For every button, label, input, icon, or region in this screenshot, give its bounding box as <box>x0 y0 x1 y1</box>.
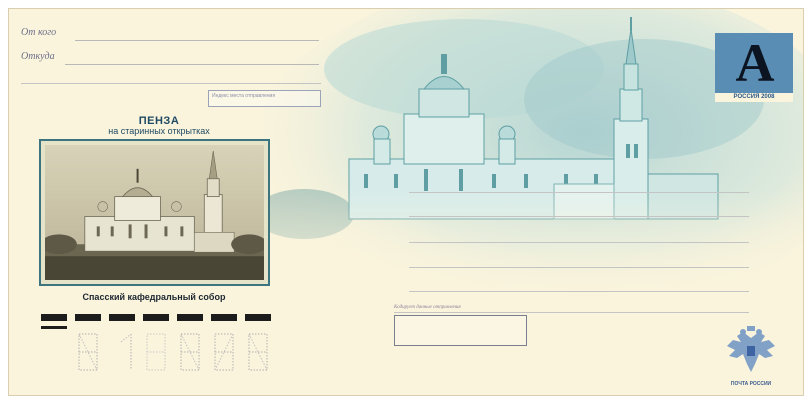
index-marker-bar <box>245 314 271 321</box>
sender-address-line[interactable] <box>21 83 321 84</box>
postage-stamp: A РОССИЯ 2008 <box>715 33 793 102</box>
index-digit-cell[interactable] <box>179 332 201 372</box>
postal-index-code[interactable] <box>37 314 277 374</box>
index-digit-cell[interactable] <box>111 332 133 372</box>
sender-from-row: От кого <box>21 27 321 41</box>
sender-where-label: Откуда <box>21 51 55 62</box>
sender-from-line[interactable] <box>75 40 319 41</box>
russian-post-label: ПОЧТА РОССИИ <box>730 381 772 387</box>
index-marker-bar <box>75 314 101 321</box>
postal-envelope: От кого Откуда Индекс места отправления … <box>8 8 804 396</box>
double-headed-eagle-icon <box>727 326 775 372</box>
index-marker-bar <box>143 314 169 321</box>
old-postcard-photo <box>45 145 264 280</box>
barcode-label: Кодирует данные отправления <box>394 305 461 310</box>
index-digit-cell[interactable] <box>145 332 167 372</box>
index-marker-bar <box>177 314 203 321</box>
recipient-line-1[interactable] <box>409 192 749 193</box>
index-marker-bar <box>211 314 237 321</box>
sender-where-line[interactable] <box>65 64 319 65</box>
postcard-subtitle: на старинных открытках <box>108 126 210 136</box>
index-digit-cell[interactable] <box>77 332 99 372</box>
photo-caption: Спасский кафедральный собор <box>82 292 226 302</box>
stamp-country-label: РОССИЯ 2008 <box>715 93 793 102</box>
recipient-line-2[interactable] <box>409 216 749 217</box>
sender-index-box[interactable]: Индекс места отправления <box>208 90 321 107</box>
photo-frame <box>39 139 270 286</box>
recipient-line-5[interactable] <box>409 291 749 292</box>
index-digit-cell[interactable] <box>213 332 235 372</box>
recipient-line-3[interactable] <box>409 242 749 243</box>
recipient-line-6[interactable] <box>394 312 749 313</box>
sender-where-row: Откуда <box>21 51 321 65</box>
index-digit-cell[interactable] <box>247 332 269 372</box>
sender-from-label: От кого <box>21 27 57 38</box>
barcode-box[interactable] <box>394 315 527 346</box>
index-marker-bar <box>109 314 135 321</box>
recipient-line-4[interactable] <box>409 267 749 268</box>
index-marker-underline <box>41 326 67 329</box>
stamp-letter: A <box>735 33 775 93</box>
index-marker-bar <box>41 314 67 321</box>
